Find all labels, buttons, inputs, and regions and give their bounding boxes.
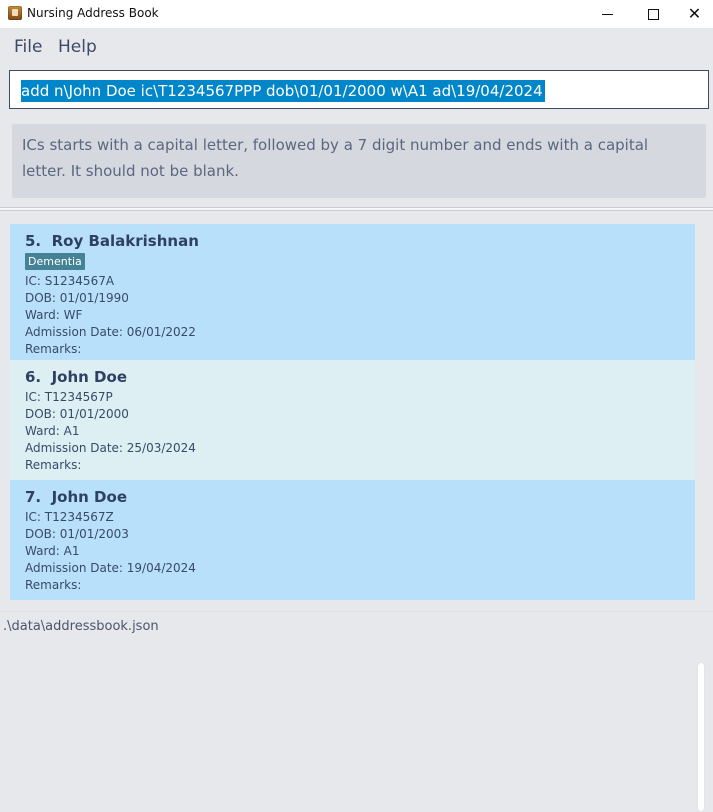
panel-divider[interactable] bbox=[0, 207, 713, 211]
patient-name-text: John Doe bbox=[51, 488, 127, 506]
minimize-button[interactable] bbox=[584, 0, 630, 28]
patient-card[interactable]: 6. John Doe IC: T1234567P DOB: 01/01/200… bbox=[10, 360, 695, 480]
close-icon: ✕ bbox=[687, 4, 702, 23]
result-message: ICs starts with a capital letter, follow… bbox=[22, 136, 649, 180]
close-button[interactable]: ✕ bbox=[676, 0, 713, 28]
command-input[interactable]: add n\John Doe ic\T1234567PPP dob\01/01/… bbox=[9, 70, 709, 109]
patient-admission-date: Admission Date: 06/01/2022 bbox=[25, 325, 196, 339]
patient-name-text: Roy Balakrishnan bbox=[51, 232, 199, 250]
patient-card[interactable]: 7. John Doe IC: T1234567Z DOB: 01/01/200… bbox=[10, 480, 695, 600]
storage-path: .\data\addressbook.json bbox=[3, 619, 159, 634]
patient-ic: IC: T1234567P bbox=[25, 390, 113, 404]
maximize-button[interactable] bbox=[630, 0, 676, 28]
patient-dob: DOB: 01/01/2003 bbox=[25, 527, 129, 541]
menu-help[interactable]: Help bbox=[58, 37, 97, 57]
patient-list[interactable]: 5. Roy Balakrishnan Dementia IC: S123456… bbox=[0, 212, 713, 812]
patient-index: 5. bbox=[25, 232, 42, 250]
menu-file[interactable]: File bbox=[14, 37, 42, 57]
window-title: Nursing Address Book bbox=[27, 6, 159, 20]
patient-name: 7. John Doe bbox=[25, 488, 127, 506]
patient-ward: Ward: A1 bbox=[25, 424, 80, 438]
patient-admission-date: Admission Date: 19/04/2024 bbox=[25, 561, 196, 575]
patient-name: 6. John Doe bbox=[25, 368, 127, 386]
app-icon bbox=[8, 6, 22, 20]
list-scrollbar[interactable] bbox=[697, 662, 705, 812]
patient-name-text: John Doe bbox=[51, 368, 127, 386]
patient-index: 7. bbox=[25, 488, 42, 506]
minimize-icon bbox=[601, 13, 613, 15]
command-input-text[interactable]: add n\John Doe ic\T1234567PPP dob\01/01/… bbox=[21, 80, 545, 102]
patient-ward: Ward: WF bbox=[25, 308, 83, 322]
patient-remarks: Remarks: bbox=[25, 578, 82, 592]
title-bar: Nursing Address Book ✕ bbox=[0, 0, 713, 29]
patient-index: 6. bbox=[25, 368, 42, 386]
patient-name: 5. Roy Balakrishnan bbox=[25, 232, 199, 250]
status-bar: .\data\addressbook.json bbox=[0, 611, 713, 635]
condition-tag: Dementia bbox=[25, 253, 85, 270]
patient-admission-date: Admission Date: 25/03/2024 bbox=[25, 441, 196, 455]
maximize-icon bbox=[647, 8, 659, 20]
patient-remarks: Remarks: bbox=[25, 458, 82, 472]
patient-card[interactable]: 5. Roy Balakrishnan Dementia IC: S123456… bbox=[10, 224, 695, 360]
patient-ic: IC: S1234567A bbox=[25, 274, 115, 288]
patient-dob: DOB: 01/01/1990 bbox=[25, 291, 129, 305]
patient-remarks: Remarks: bbox=[25, 342, 82, 356]
result-display: ICs starts with a capital letter, follow… bbox=[12, 124, 706, 198]
menu-bar: File Help bbox=[0, 28, 713, 66]
patient-ic: IC: T1234567Z bbox=[25, 510, 114, 524]
patient-ward: Ward: A1 bbox=[25, 544, 80, 558]
patient-dob: DOB: 01/01/2000 bbox=[25, 407, 129, 421]
